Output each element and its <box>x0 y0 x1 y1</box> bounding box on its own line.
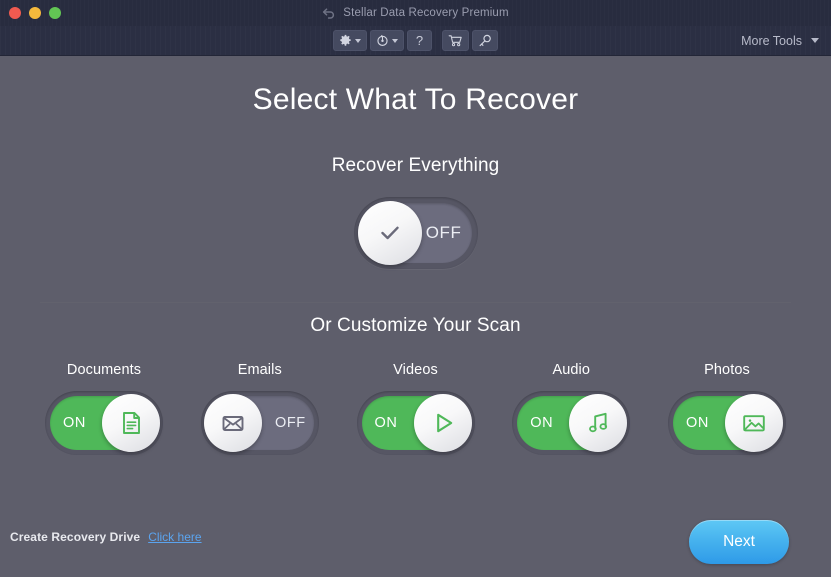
toolbar-group-right <box>442 30 498 51</box>
create-recovery-drive: Create Recovery Drive Click here <box>10 530 202 544</box>
toggle-knob <box>569 394 628 452</box>
help-button[interactable]: ? <box>407 30 432 51</box>
bottom-bar: Create Recovery Drive Click here Next <box>0 509 831 577</box>
page-title: Select What To Recover <box>252 83 579 116</box>
toolbar-buttons: ? <box>0 26 831 55</box>
next-button[interactable]: Next <box>689 520 789 564</box>
music-note-icon <box>589 412 608 433</box>
emails-toggle[interactable]: OFF <box>200 391 319 455</box>
category-videos: Videos ON <box>342 362 490 455</box>
play-icon <box>436 413 452 433</box>
document-icon <box>123 412 140 434</box>
category-emails: Emails OFF <box>186 362 334 455</box>
category-toggles: Documents ON Emails OFF Videos ON Audio … <box>30 362 801 455</box>
envelope-icon <box>222 416 244 431</box>
chevron-down-icon <box>355 38 361 43</box>
category-documents: Documents ON <box>30 362 178 455</box>
more-tools-menu[interactable]: More Tools <box>741 26 819 55</box>
gear-icon <box>340 34 351 46</box>
history-button[interactable] <box>370 30 404 51</box>
category-photos: Photos ON <box>653 362 801 455</box>
recovery-drive-label: Create Recovery Drive <box>10 530 141 544</box>
recover-everything-toggle[interactable]: OFF <box>353 197 478 269</box>
toggle-knob <box>725 394 783 452</box>
category-audio: Audio ON <box>497 362 645 455</box>
master-toggle-wrap: OFF <box>0 197 831 269</box>
customize-scan-label: Or Customize Your Scan <box>310 315 521 336</box>
toggle-knob <box>413 394 472 452</box>
recover-everything-label: Recover Everything <box>331 155 500 176</box>
key-icon <box>479 34 491 46</box>
category-label: Videos <box>393 362 438 378</box>
toggle-state: ON <box>63 415 86 431</box>
app-title: Stellar Data Recovery Premium <box>343 7 509 19</box>
back-arrow-icon[interactable] <box>322 6 336 20</box>
videos-toggle[interactable]: ON <box>356 391 475 455</box>
toggle-state: ON <box>374 415 398 431</box>
documents-toggle[interactable]: ON <box>45 391 163 455</box>
master-toggle-state: OFF <box>425 223 462 242</box>
toolbar-group-left: ? <box>333 30 432 51</box>
recovery-drive-link[interactable]: Click here <box>148 530 201 544</box>
category-label: Audio <box>552 362 591 378</box>
question-icon: ? <box>415 33 424 48</box>
activate-button[interactable] <box>472 30 498 51</box>
check-icon <box>380 226 399 240</box>
chevron-down-icon <box>811 38 819 43</box>
toggle-state: ON <box>686 415 709 431</box>
app-window: Stellar Data Recovery Premium ? More Too… <box>0 0 831 577</box>
section-divider <box>40 302 791 303</box>
clock-icon <box>377 34 388 46</box>
title-bar: Stellar Data Recovery Premium <box>0 0 831 26</box>
more-tools-label: More Tools <box>741 33 802 48</box>
toolbar: ? More Tools <box>0 26 831 56</box>
category-label: Emails <box>237 362 282 378</box>
category-label: Photos <box>704 362 750 378</box>
chevron-down-icon <box>392 38 398 43</box>
toggle-knob <box>203 394 262 452</box>
toggle-knob <box>102 394 160 452</box>
toggle-state: OFF <box>274 415 306 431</box>
toggle-state: ON <box>530 415 554 431</box>
image-icon <box>743 415 765 432</box>
audio-toggle[interactable]: ON <box>512 391 631 455</box>
title-group: Stellar Data Recovery Premium <box>0 0 831 26</box>
cart-button[interactable] <box>442 30 469 51</box>
settings-button[interactable] <box>333 30 367 51</box>
cart-icon <box>448 35 462 47</box>
photos-toggle[interactable]: ON <box>668 391 786 455</box>
master-toggle-knob <box>357 201 422 265</box>
category-label: Documents <box>66 362 142 378</box>
main-content: Select What To Recover Recover Everythin… <box>0 56 831 577</box>
